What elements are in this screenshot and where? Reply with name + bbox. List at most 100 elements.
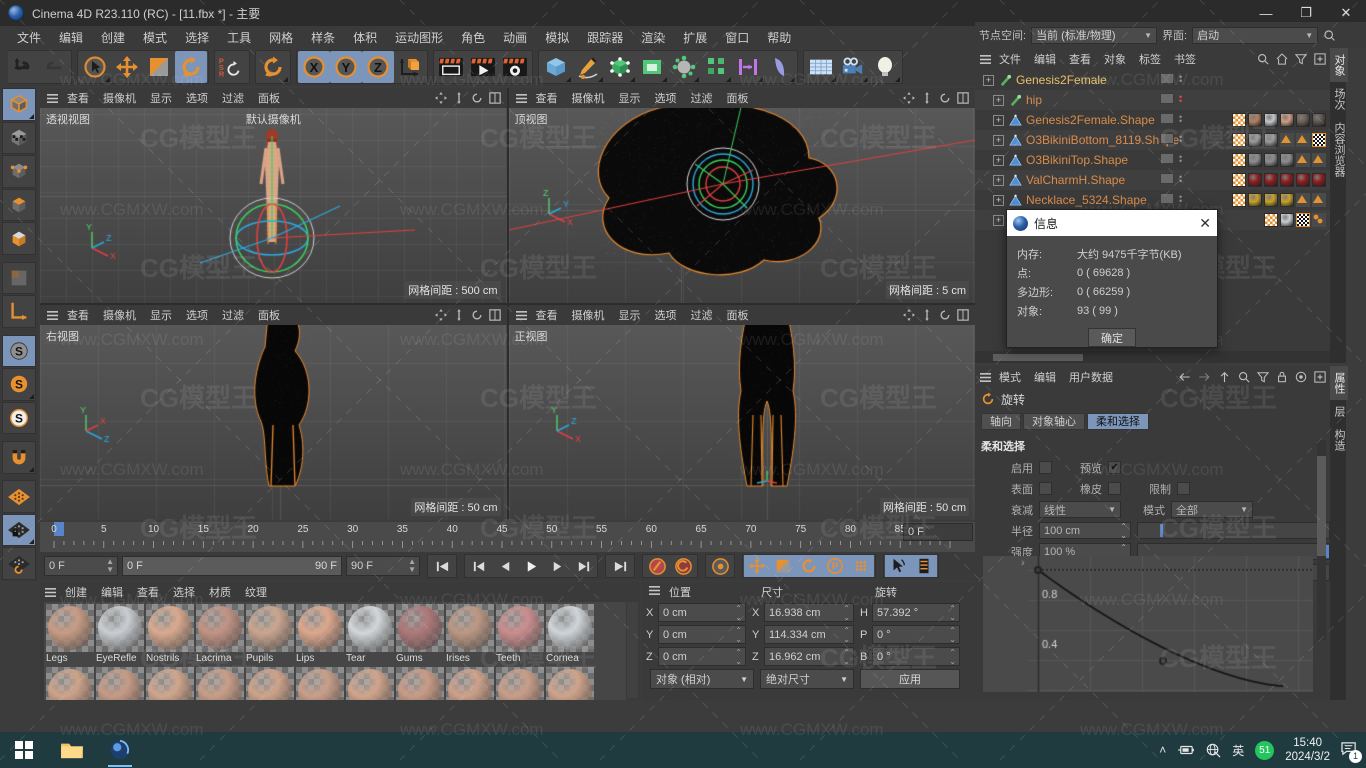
tray-expand-icon[interactable]: ˄ [1159, 743, 1166, 757]
render-region-button[interactable] [467, 51, 499, 83]
step-back-button[interactable] [492, 555, 518, 577]
material-swatch[interactable]: Gums [396, 604, 444, 665]
taskbar-clock[interactable]: 15:40 2024/3/2 [1285, 736, 1330, 764]
tag-tex[interactable] [1232, 193, 1246, 207]
vp2-menu-panel[interactable]: 面板 [252, 306, 286, 324]
tag-tri[interactable] [1296, 193, 1310, 207]
spinner-icon[interactable]: ⌃ ⌄ [843, 626, 853, 644]
coord-apply-button[interactable]: 应用 [860, 669, 960, 689]
hamburger-icon[interactable] [979, 372, 992, 383]
material-swatch[interactable] [146, 667, 194, 700]
hamburger-icon[interactable] [515, 93, 528, 104]
viewport-right[interactable]: 查看 摄像机 显示 选项 过滤 面板 右视图 网格间距 : 50 cm [40, 305, 507, 520]
attr-menu-mode[interactable]: 模式 [993, 368, 1027, 386]
menu-item-7[interactable]: 样条 [302, 27, 344, 48]
vp1-menu-panel[interactable]: 面板 [721, 89, 755, 107]
object-row[interactable]: + Necklace_5324.Shape • • [975, 190, 1330, 210]
search-icon[interactable] [1323, 29, 1336, 42]
light-button[interactable] [869, 51, 901, 83]
coord-size-select[interactable]: 绝对尺寸 ▼ [760, 669, 854, 689]
scale-tool-button[interactable] [143, 51, 175, 83]
vp0-menu-display[interactable]: 显示 [144, 89, 178, 107]
search-icon[interactable] [1257, 53, 1269, 65]
material-menu-1[interactable]: 编辑 [95, 583, 129, 601]
expand-toggle-icon[interactable]: + [993, 175, 1004, 186]
menu-item-4[interactable]: 选择 [176, 27, 218, 48]
info-dialog-ok-button[interactable]: 确定 [1088, 328, 1136, 347]
tag-mat-gold[interactable] [1264, 193, 1278, 207]
tag-mat-gold[interactable] [1248, 193, 1262, 207]
ime-indicator[interactable]: 英 [1232, 742, 1244, 759]
vp3-menu-options[interactable]: 选项 [649, 306, 683, 324]
falloff-select[interactable]: 线性 ▼ [1039, 501, 1121, 518]
start-button[interactable] [0, 732, 48, 768]
render-view-button[interactable] [435, 51, 467, 83]
material-menu-2[interactable]: 查看 [131, 583, 165, 601]
vertical-tab-构造[interactable]: 构造 [1330, 423, 1348, 457]
zoom-axis-icon[interactable] [453, 92, 465, 104]
tag-tri[interactable] [1312, 153, 1326, 167]
back-arrow-icon[interactable] [1178, 371, 1191, 383]
menu-item-14[interactable]: 渲染 [632, 27, 674, 48]
om-menu-edit[interactable]: 编辑 [1028, 50, 1062, 68]
object-visibility-dots[interactable]: •• [1160, 93, 1182, 104]
tag-mat-grey[interactable] [1248, 133, 1262, 147]
object-tags[interactable] [1232, 110, 1330, 130]
current-frame-field[interactable]: 0 F ▲ ▼ [44, 556, 118, 576]
hamburger-icon[interactable] [515, 310, 528, 321]
zoom-axis-icon[interactable] [453, 309, 465, 321]
spinner-icon[interactable]: ⌃ ⌄ [949, 648, 959, 666]
expand-toggle-icon[interactable]: + [993, 195, 1004, 206]
vp2-menu-view[interactable]: 查看 [61, 306, 95, 324]
vp1-menu-camera[interactable]: 摄像机 [566, 89, 611, 107]
menu-item-1[interactable]: 编辑 [50, 27, 92, 48]
material-swatch[interactable]: Lips [296, 604, 344, 665]
vp0-menu-panel[interactable]: 面板 [252, 89, 286, 107]
vp1-menu-display[interactable]: 显示 [613, 89, 647, 107]
play-button[interactable] [518, 555, 544, 577]
expand-toggle-icon[interactable]: + [993, 215, 1004, 226]
enable-checkbox[interactable] [1039, 461, 1052, 474]
expand-toggle-icon[interactable]: + [993, 115, 1004, 126]
material-swatch[interactable] [546, 667, 594, 700]
tag-tex[interactable] [1232, 173, 1246, 187]
menu-item-0[interactable]: 文件 [8, 27, 50, 48]
pan-icon[interactable] [903, 92, 915, 104]
menu-item-15[interactable]: 扩展 [674, 27, 716, 48]
file-explorer-button[interactable] [48, 732, 96, 768]
object-row[interactable]: + ValCharmH.Shape • • [975, 170, 1330, 190]
vp1-menu-filter[interactable]: 过滤 [685, 89, 719, 107]
magnet-tool-button[interactable] [2, 441, 36, 474]
add-icon[interactable] [1314, 53, 1326, 65]
tag-checker[interactable] [1312, 133, 1326, 147]
vp0-menu-options[interactable]: 选项 [180, 89, 214, 107]
lock-icon[interactable] [1276, 371, 1288, 383]
object-row[interactable]: + hip • • [975, 90, 1330, 110]
material-grid[interactable]: Legs EyeRefle Nostrils Lacrima Pupils Lips Tea… [44, 602, 626, 700]
tag-mat-grey2[interactable] [1280, 153, 1294, 167]
forward-arrow-icon[interactable] [1198, 371, 1211, 383]
deformer-button[interactable] [636, 51, 668, 83]
material-swatch[interactable] [46, 667, 94, 700]
mograph-effector-button[interactable] [732, 51, 764, 83]
redo-button[interactable] [38, 51, 70, 83]
hamburger-icon[interactable] [46, 310, 59, 321]
vp3-menu-filter[interactable]: 过滤 [685, 306, 719, 324]
environment-button[interactable] [668, 51, 700, 83]
workplane-button[interactable] [2, 480, 36, 513]
pan-icon[interactable] [435, 309, 447, 321]
tag-tex[interactable] [1232, 153, 1246, 167]
tag-mat-dark[interactable] [1296, 113, 1310, 127]
menu-item-5[interactable]: 工具 [218, 27, 260, 48]
om-menu-bookmarks[interactable]: 书签 [1168, 50, 1202, 68]
up-arrow-icon[interactable] [1218, 371, 1231, 383]
material-menu-3[interactable]: 选择 [167, 583, 201, 601]
tag-mat-red[interactable] [1248, 173, 1262, 187]
preview-checkbox[interactable]: ✔ [1108, 461, 1121, 474]
material-swatch[interactable]: Nostrils [146, 604, 194, 665]
object-visibility-dots[interactable]: •• [1160, 173, 1182, 184]
menu-item-16[interactable]: 窗口 [716, 27, 758, 48]
object-tags[interactable] [1232, 150, 1330, 170]
vertical-tab-属性[interactable]: 属性 [1330, 366, 1348, 400]
menu-item-2[interactable]: 创建 [92, 27, 134, 48]
